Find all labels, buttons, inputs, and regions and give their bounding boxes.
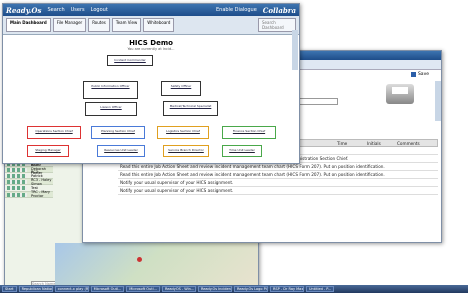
tab-bar: Main Dashboard File Manager Routes Team … — [3, 16, 299, 35]
org-box[interactable]: Safety Officer — [161, 81, 201, 96]
tab-file-manager[interactable]: File Manager — [52, 18, 87, 32]
tab-whiteboard[interactable]: Whiteboard — [143, 18, 175, 32]
users-link[interactable]: Users — [71, 7, 85, 13]
table-row[interactable]: Notify your usual supervisor of your HIC… — [118, 187, 438, 195]
table-row[interactable]: Notify your usual supervisor of your HIC… — [118, 179, 438, 187]
save-button[interactable]: Save — [410, 72, 429, 77]
org-box[interactable]: Incident Commander — [107, 55, 153, 66]
taskbar-item[interactable]: Untitled - P... — [305, 286, 335, 292]
start-button[interactable]: Start — [2, 286, 17, 292]
org-box[interactable]: Finance Section Chief — [222, 126, 276, 139]
org-box[interactable]: Logistics Section Chief — [157, 126, 209, 139]
org-box[interactable]: Planning Section Chief — [91, 126, 145, 139]
enable-dialogue-button[interactable]: Enable Dialogue — [216, 7, 257, 13]
taskbar-item[interactable]: Microsoft Outl... — [126, 286, 160, 292]
taskbar-item[interactable]: Ready.Os Incident ... — [197, 286, 232, 292]
map-marker-icon[interactable] — [137, 257, 142, 262]
taskbar-item[interactable]: Republican Nationa... — [18, 286, 53, 292]
tab-routes[interactable]: Routes — [88, 18, 110, 32]
taskbar: StartRepublican Nationa...connect-x play… — [0, 285, 468, 293]
save-icon — [410, 72, 416, 77]
app-logo: Collabra — [262, 5, 296, 15]
org-box[interactable]: Service Branch Director — [163, 145, 209, 157]
printer-icon[interactable] — [386, 84, 414, 104]
dashboard-search[interactable]: Search Dashboard — [258, 18, 296, 32]
page-subtitle: You are currently at Incid... — [127, 47, 175, 51]
org-box[interactable]: Liaison Officer — [85, 102, 137, 116]
taskbar-item[interactable]: Microsoft Outl... — [90, 286, 125, 292]
org-box[interactable]: Time Unit Leader — [222, 145, 262, 157]
tab-main-dashboard[interactable]: Main Dashboard — [6, 18, 51, 32]
taskbar-item[interactable]: Ready.Os Logo Pic... — [233, 286, 268, 292]
taskbar-item[interactable]: connect-x play (R) — [54, 286, 89, 292]
org-box[interactable]: Resources Unit Leader — [97, 145, 145, 157]
app-toolbar: Ready.Os Search Users Logout Enable Dial… — [3, 4, 299, 16]
taskbar-item[interactable]: ReadyOS - Win... — [161, 286, 196, 292]
dashboard-window: Ready.Os Search Users Logout Enable Dial… — [2, 3, 300, 164]
col-initials: Initials — [367, 140, 381, 146]
search-link[interactable]: Search — [47, 7, 64, 13]
col-comments: Comments — [397, 140, 420, 146]
org-box[interactable]: Staging Manager — [27, 145, 69, 157]
side-toolbar — [435, 81, 441, 121]
tab-team-view[interactable]: Team View — [111, 18, 142, 32]
org-box[interactable]: Operations Section Chief — [27, 126, 81, 139]
org-box[interactable]: Medical/Technical Specialist — [163, 101, 218, 116]
org-box[interactable]: Public Information Officer — [83, 81, 138, 99]
table-row[interactable]: Read this entire Job Action Sheet and re… — [118, 163, 438, 171]
logout-link[interactable]: Logout — [91, 7, 108, 13]
app-brand: Ready.Os — [6, 5, 42, 15]
save-label: Save — [417, 72, 429, 77]
col-time: Time — [337, 140, 348, 146]
list-item[interactable]: TRC - Mary Proctor — [5, 190, 53, 198]
taskbar-item[interactable]: RSP - Dr Ray Maxim... — [269, 286, 304, 292]
side-toolbar — [292, 30, 298, 70]
map-view[interactable] — [55, 243, 258, 286]
table-row[interactable]: Read this entire Job Action Sheet and re… — [118, 171, 438, 179]
page-title: HICS Demo — [129, 39, 173, 47]
